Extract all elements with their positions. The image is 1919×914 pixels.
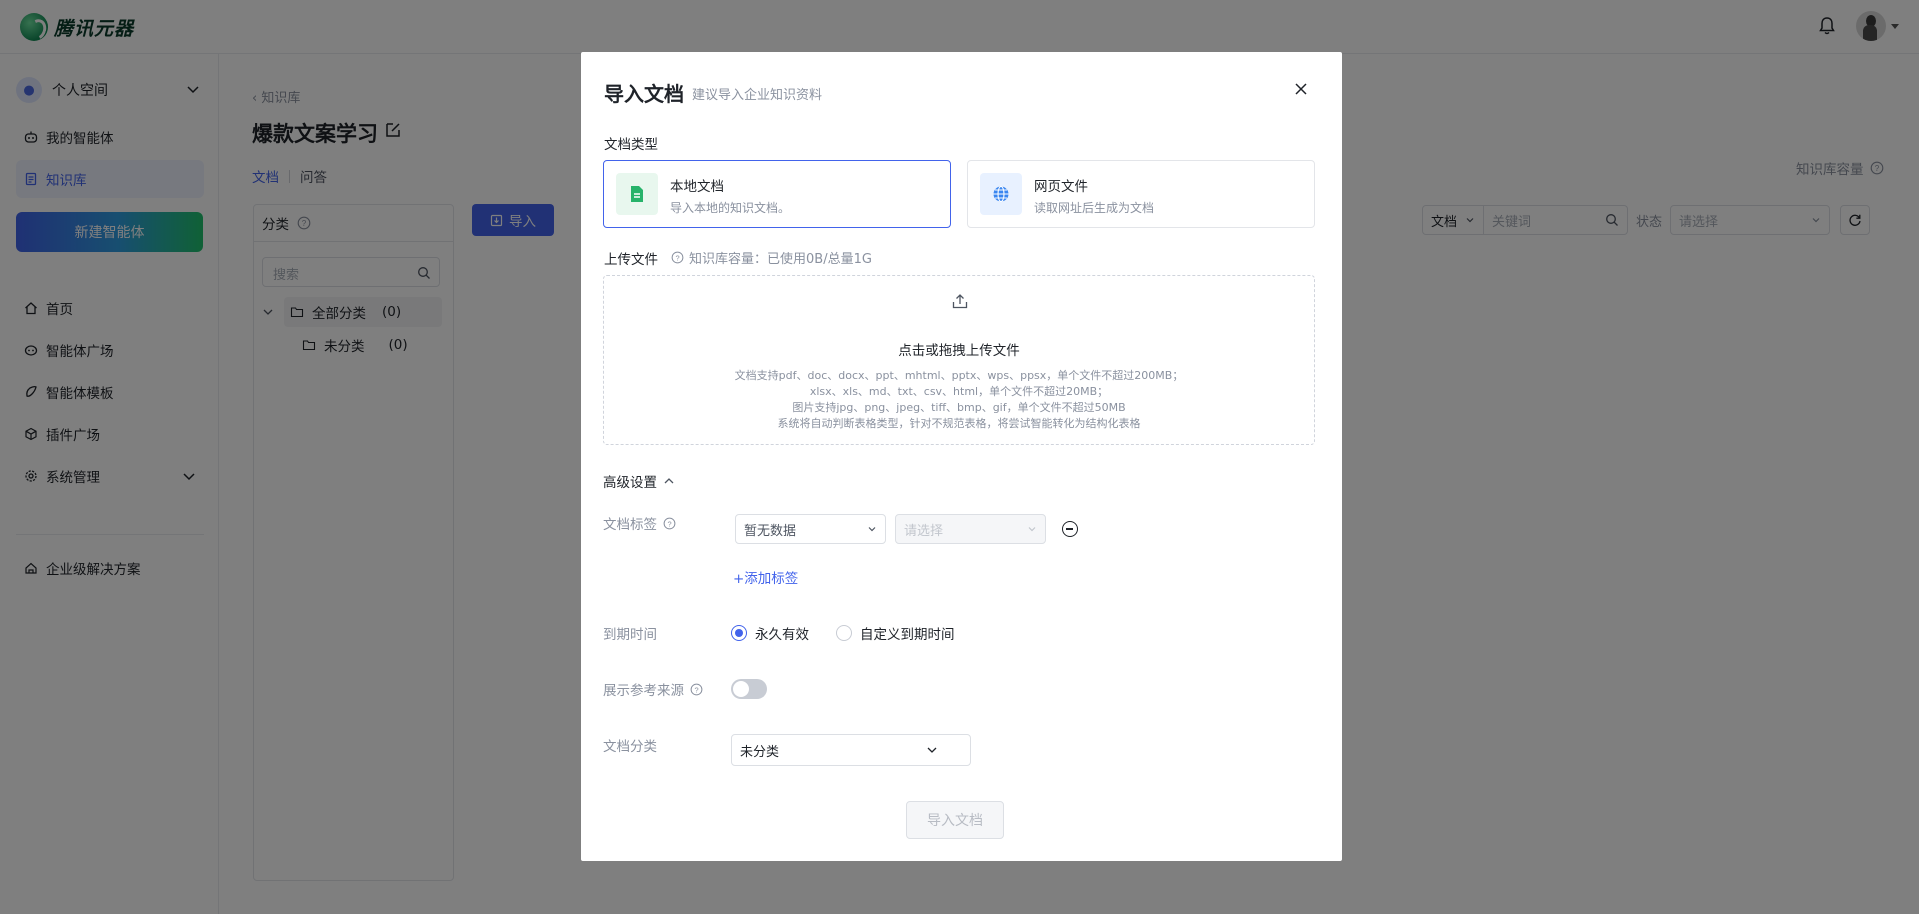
file-icon [616,173,658,215]
upload-capacity-text: 知识库容量：已使用0B/总量1G [689,252,872,267]
chevron-down-icon [1028,527,1036,532]
category-label-text: 文档分类 [603,739,657,755]
import-document-modal: 导入文档 建议导入企业知识资料 文档类型 本地文档 导入本地的知识文档。 网页文… [581,52,1342,861]
dropzone-hint: xlsx、xls、md、txt、csv、html，单个文件不超过20MB； [809,385,1109,398]
upload-label: 上传文件 [604,252,658,268]
help-icon[interactable]: ? [690,683,703,696]
type-card-web[interactable]: 网页文件 读取网址后生成为文档 [967,160,1315,228]
help-icon[interactable]: ? [671,251,684,264]
expiry-label-text: 到期时间 [603,627,657,643]
add-tag-link[interactable]: +添加标签 [733,567,798,587]
modal-subtitle: 建议导入企业知识资料 [692,88,823,103]
show-source-label: 展示参考来源 ? [603,679,703,699]
category-label: 文档分类 [603,735,657,755]
type-card-desc: 导入本地的知识文档。 [670,201,791,215]
category-value: 未分类 [740,744,780,760]
chevron-up-icon [664,478,674,484]
radio-custom-expiry[interactable]: 自定义到期时间 [836,623,955,643]
radio-unchecked-icon [836,625,852,641]
remove-tag-icon[interactable] [1062,521,1078,537]
globe-icon [980,173,1022,215]
advanced-settings-label: 高级设置 [603,475,657,491]
tag-key-value: 暂无数据 [744,523,797,539]
radio-label: 永久有效 [755,627,809,643]
tag-label: 文档标签 ? [603,513,676,533]
advanced-settings-toggle[interactable]: 高级设置 [603,471,675,491]
close-icon [1295,83,1307,95]
show-source-toggle[interactable] [731,679,767,699]
chevron-down-icon [927,747,937,753]
type-card-desc: 读取网址后生成为文档 [1034,201,1155,215]
svg-text:?: ? [694,685,698,694]
upload-capacity: ? 知识库容量：已使用0B/总量1G [671,248,872,267]
doc-type-label: 文档类型 [604,137,658,153]
show-source-label-text: 展示参考来源 [603,683,684,699]
dropzone-title: 点击或拖拽上传文件 [898,343,1020,359]
chevron-down-icon [868,527,876,532]
dropzone-hint: 图片支持jpg、png、jpeg、tiff、bmp、gif，单个文件不超过50M… [792,401,1126,414]
upload-dropzone[interactable]: 点击或拖拽上传文件 文档支持pdf、doc、docx、ppt、mhtml、ppt… [603,275,1315,445]
dropzone-hint: 文档支持pdf、doc、docx、ppt、mhtml、pptx、wps、ppsx… [734,369,1184,382]
tag-key-select[interactable]: 暂无数据 [735,514,886,544]
radio-checked-icon [731,625,747,641]
help-icon[interactable]: ? [663,517,676,530]
svg-text:?: ? [675,253,679,262]
tag-value-placeholder: 请选择 [904,523,944,539]
svg-text:?: ? [667,519,671,528]
expiry-label: 到期时间 [603,623,657,643]
upload-icon [952,294,968,309]
radio-label: 自定义到期时间 [860,627,955,643]
modal-title: 导入文档 [604,82,684,106]
tag-value-select[interactable]: 请选择 [895,514,1046,544]
close-button[interactable] [1292,80,1310,98]
radio-permanent[interactable]: 永久有效 [731,623,809,643]
dropzone-hint: 系统将自动判断表格类型，针对不规范表格，将尝试智能转化为结构化表格 [777,417,1141,430]
category-select[interactable]: 未分类 [731,734,971,766]
import-document-button[interactable]: 导入文档 [906,801,1004,839]
tag-label-text: 文档标签 [603,517,657,533]
type-card-title: 本地文档 [670,179,724,195]
type-card-local[interactable]: 本地文档 导入本地的知识文档。 [603,160,951,228]
type-card-title: 网页文件 [1034,179,1088,195]
